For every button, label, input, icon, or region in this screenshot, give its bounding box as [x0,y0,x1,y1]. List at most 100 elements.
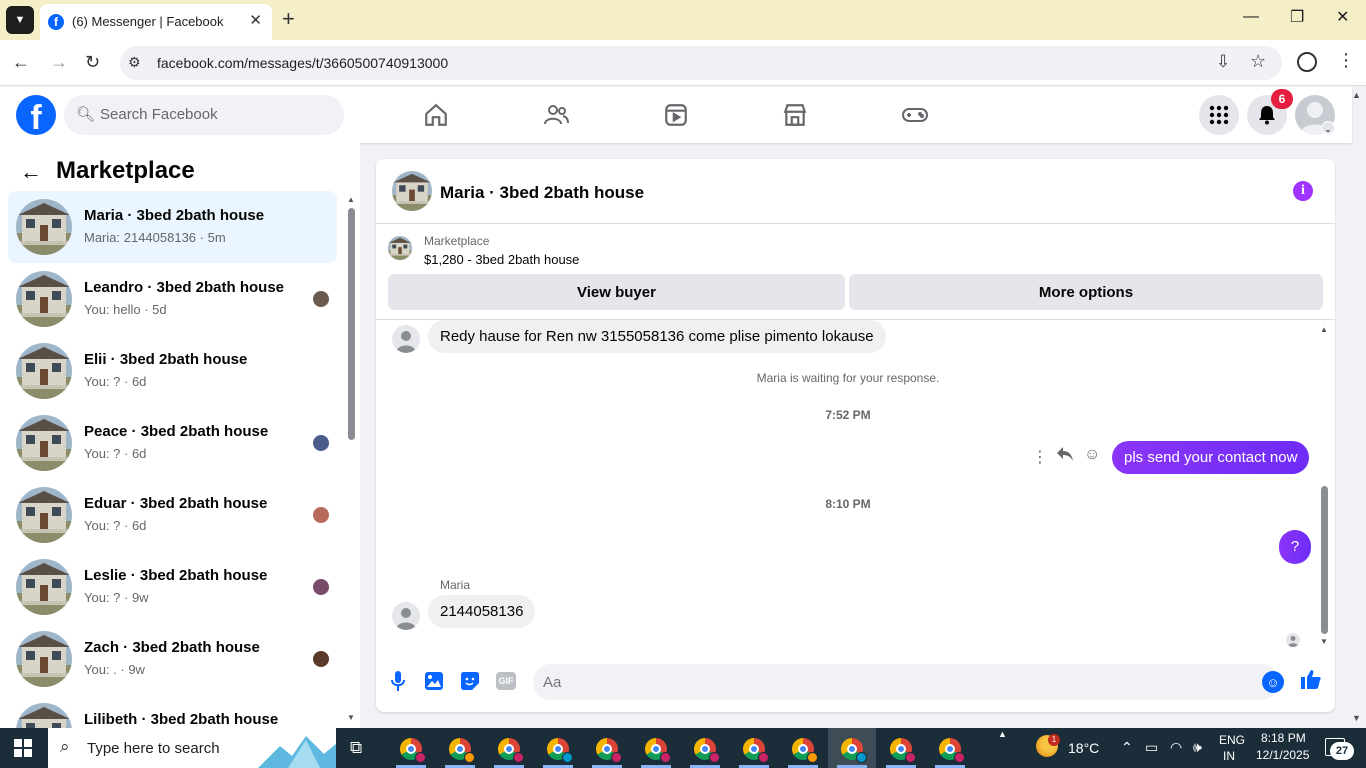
facebook-logo-icon[interactable]: f [16,95,56,135]
chrome-taskbar-icon[interactable] [645,738,671,763]
conversation-name[interactable]: Zach · 3bed 2bath house [84,639,260,656]
language-code[interactable]: ENG [1219,733,1245,747]
chrome-taskbar-icon[interactable] [498,738,524,763]
gif-icon[interactable]: GIF [494,669,518,693]
bookmark-star-icon[interactable]: ☆ [1250,51,1266,72]
new-tab-icon[interactable]: + [282,8,295,30]
chat-avatar[interactable] [392,171,432,211]
chrome-taskbar-icon[interactable] [400,738,426,763]
conversation-item[interactable]: Eduar · 3bed 2bath house You: ? · 6d [8,479,337,551]
conversation-avatar[interactable] [16,631,72,687]
list-scroll-down-arrow[interactable]: ▼ [347,713,355,722]
close-window-icon[interactable]: ✕ [1336,7,1349,27]
conversation-avatar[interactable] [16,271,72,327]
conversation-name[interactable]: Lilibeth · 3bed 2bath house [84,711,278,728]
conversation-name[interactable]: Maria · 3bed 2bath house [84,207,264,224]
outgoing-message[interactable]: pls send your contact now [1112,441,1310,474]
microphone-icon[interactable] [386,669,410,693]
sender-avatar[interactable] [392,602,420,630]
battery-icon[interactable]: ▭ [1145,739,1158,756]
menu-grid-icon[interactable] [1199,95,1239,135]
chrome-taskbar-icon[interactable] [596,738,622,763]
conversation-name[interactable]: Peace · 3bed 2bath house [84,423,268,440]
chevron-up-icon[interactable]: ⌃ [1121,739,1133,756]
clock-time[interactable]: 8:18 PM [1261,731,1306,745]
chrome-taskbar-icon[interactable] [694,738,720,763]
chrome-taskbar-icon[interactable] [841,738,867,763]
windows-start-icon[interactable] [14,739,32,757]
tab-search-button[interactable]: ▼ [6,6,34,34]
marketplace-icon[interactable] [775,99,815,131]
conversation-avatar[interactable] [16,199,72,255]
conversation-item[interactable]: Zach · 3bed 2bath house You: . · 9w [8,623,337,695]
chevron-down-icon[interactable]: ⌄ [1321,121,1335,135]
chat-scrollbar-thumb[interactable] [1321,486,1328,634]
chat-scroll-down-arrow[interactable]: ▼ [1320,637,1328,646]
omnibox[interactable]: ⚙ facebook.com/messages/t/36605007409130… [120,46,1282,80]
weather-temperature[interactable]: 18°C [1068,740,1099,756]
emoji-icon[interactable]: ☺ [1262,671,1284,693]
list-scroll-up-arrow[interactable]: ▲ [347,195,355,204]
chrome-taskbar-icon[interactable] [890,738,916,763]
site-settings-icon[interactable]: ⚙ [128,54,141,71]
page-scroll-down-arrow[interactable]: ▼ [1352,713,1361,723]
sender-avatar[interactable] [392,325,420,353]
photo-icon[interactable] [422,669,446,693]
conversation-item[interactable]: Elii · 3bed 2bath house You: ? · 6d [8,335,337,407]
clock-date[interactable]: 12/1/2025 [1256,748,1309,762]
friends-icon[interactable] [536,99,576,131]
conversation-avatar[interactable] [16,559,72,615]
chrome-taskbar-icon[interactable] [743,738,769,763]
volume-icon[interactable]: 🕪︎ [1193,739,1202,756]
chrome-taskbar-icon[interactable] [547,738,573,763]
conversation-item[interactable]: Peace · 3bed 2bath house You: ? · 6d [8,407,337,479]
browser-tab[interactable]: f (6) Messenger | Facebook ✕ [40,4,272,40]
video-icon[interactable] [656,99,696,131]
listing-price[interactable]: $1,280 - 3bed 2bath house [424,252,579,267]
taskbar-search[interactable]: ⌕ Type here to search [48,728,336,768]
conversation-avatar[interactable] [16,343,72,399]
url-text[interactable]: facebook.com/messages/t/3660500740913000 [157,55,448,71]
close-tab-icon[interactable]: ✕ [249,11,262,29]
listing-thumbnail[interactable] [388,236,412,260]
home-icon[interactable] [416,99,456,131]
view-buyer-button[interactable]: View buyer [388,274,845,310]
reload-icon[interactable]: ↻ [85,52,100,73]
browser-menu-icon[interactable]: ⋮ [1337,50,1355,71]
conversation-name[interactable]: Leslie · 3bed 2bath house [84,567,267,584]
info-icon[interactable]: i [1293,181,1313,201]
show-hidden-icons-icon[interactable]: ▲ [998,729,1007,739]
sticker-icon[interactable] [458,669,482,693]
conversation-avatar[interactable] [16,415,72,471]
incoming-message[interactable]: Redy hause for Ren nw 3155058136 come pl… [428,320,886,353]
conversation-name[interactable]: Eduar · 3bed 2bath house [84,495,267,512]
language-region[interactable]: IN [1223,749,1235,763]
message-input[interactable] [533,664,1279,700]
chrome-taskbar-icon[interactable] [792,738,818,763]
conversation-name[interactable]: Leandro · 3bed 2bath house [84,279,284,296]
chat-title[interactable]: Maria · 3bed 2bath house [440,183,644,203]
install-app-icon[interactable]: ⇩ [1216,52,1230,72]
back-icon[interactable]: ← [12,52,30,73]
conversation-item[interactable]: Leslie · 3bed 2bath house You: ? · 9w [8,551,337,623]
more-options-button[interactable]: More options [849,274,1323,310]
conversation-item[interactable]: Maria · 3bed 2bath house Maria: 214405813… [8,191,337,263]
gaming-icon[interactable] [895,99,935,131]
chrome-taskbar-icon[interactable] [449,738,475,763]
more-actions-icon[interactable]: ⋮ [1032,447,1048,467]
facebook-search[interactable]: 🔍︎ Search Facebook [64,95,344,135]
conversation-item[interactable]: Lilibeth · 3bed 2bath house [8,695,337,728]
incoming-message[interactable]: 2144058136 [428,595,536,628]
restore-icon[interactable]: ❐ [1290,7,1304,27]
conversation-avatar[interactable] [16,487,72,543]
search-placeholder[interactable]: Search Facebook [100,106,218,123]
task-view-icon[interactable]: ⧉ [350,738,362,758]
minimize-icon[interactable]: — [1243,8,1259,26]
wifi-icon[interactable]: ◠ [1170,739,1182,756]
back-arrow-icon[interactable]: ← [20,159,42,185]
react-emoji-icon[interactable]: ☺ [1084,446,1100,464]
forward-icon[interactable]: → [50,52,68,73]
page-scroll-up-arrow[interactable]: ▲ [1352,90,1361,100]
profile-icon[interactable] [1297,52,1317,72]
chrome-taskbar-icon[interactable] [939,738,965,763]
